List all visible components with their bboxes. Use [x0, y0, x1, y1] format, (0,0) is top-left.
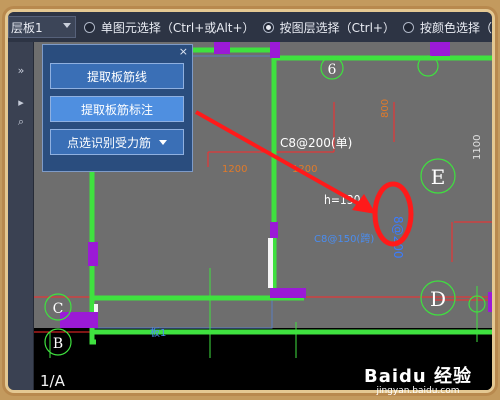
axis-label-6: 6: [328, 62, 337, 78]
pick-identify-rebar-button[interactable]: 点选识别受力筋: [50, 129, 184, 155]
radio-checked-icon: [262, 21, 274, 33]
chevron-down-icon: [62, 23, 71, 28]
radio-icon: [83, 21, 95, 33]
radio-label: 按图层选择（Ctrl+）: [279, 20, 395, 35]
floor-select-value: 层板1: [11, 20, 43, 35]
layout-tab[interactable]: 1/A: [40, 372, 65, 390]
axis-label-c: C: [53, 301, 64, 317]
search-icon[interactable]: ⌕: [8, 112, 34, 132]
radio-single-select[interactable]: 单图元选择（Ctrl+或Alt+）: [83, 19, 255, 36]
rebar-annotation: C8@200(单): [280, 136, 352, 150]
dimension-label: 1200: [222, 164, 247, 175]
watermark-logo: Baidu 经验: [363, 366, 472, 387]
app-window: 层板1 单图元选择（Ctrl+或Alt+） 按图层选择（Ctrl+） 按颜色选择…: [8, 12, 492, 390]
radio-layer-select[interactable]: 按图层选择（Ctrl+）: [262, 19, 395, 36]
floor-select[interactable]: 层板1: [8, 16, 76, 38]
rebar-extraction-panel: × 提取板筋线 提取板筋标注 点选识别受力筋: [42, 44, 193, 172]
expand-icon[interactable]: »: [8, 60, 34, 80]
axis-label-e: E: [431, 165, 446, 189]
photo-frame: 层板1 单图元选择（Ctrl+或Alt+） 按图层选择（Ctrl+） 按颜色选择…: [0, 0, 500, 400]
selection-toolbar: 层板1 单图元选择（Ctrl+或Alt+） 按图层选择（Ctrl+） 按颜色选择…: [8, 12, 492, 42]
chevron-down-icon: [159, 139, 167, 145]
dimension-label: 1100: [472, 135, 483, 160]
button-label: 提取板筋线: [86, 69, 147, 84]
axis-label-d: D: [430, 287, 446, 311]
slab-name-label: 板1: [150, 326, 166, 339]
radio-color-select[interactable]: 按颜色选择（: [402, 19, 492, 36]
slab-note: C8@150(跨): [314, 233, 374, 245]
radio-icon: [402, 21, 414, 33]
close-icon[interactable]: ×: [179, 45, 188, 58]
button-label: 提取板筋标注: [80, 102, 153, 117]
extract-rebar-labels-button[interactable]: 提取板筋标注: [50, 96, 184, 122]
radio-label: 按颜色选择（: [419, 20, 492, 35]
play-icon[interactable]: ▸: [8, 92, 34, 112]
dimension-label: 800: [380, 99, 391, 118]
radio-label: 单图元选择（Ctrl+或Alt+）: [100, 20, 255, 35]
axis-label-b: B: [53, 336, 63, 352]
watermark: Baidu 经验 jingyan.baidu.com: [364, 362, 472, 396]
watermark-url: jingyan.baidu.com: [376, 386, 460, 396]
left-tool-strip: » ▸ ⌕: [8, 42, 34, 390]
extract-rebar-lines-button[interactable]: 提取板筋线: [50, 63, 184, 89]
button-label: 点选识别受力筋: [66, 135, 151, 150]
